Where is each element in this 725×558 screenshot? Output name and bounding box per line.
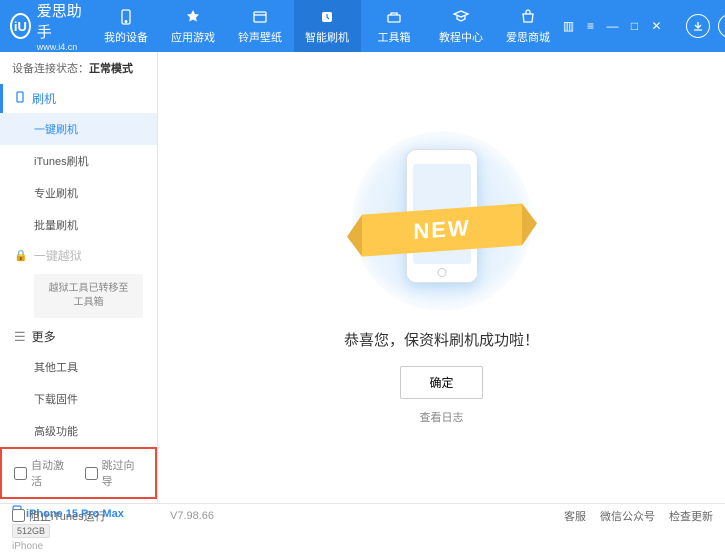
logo-area: iU 爱思助手 www.i4.cn (0, 0, 93, 52)
options-checkboxes: 自动激活 跳过向导 (0, 447, 157, 499)
footer-link-wechat[interactable]: 微信公众号 (600, 508, 655, 524)
auto-activate-checkbox[interactable]: 自动激活 (14, 457, 73, 489)
block-itunes-checkbox[interactable]: 阻止iTunes运行 (12, 508, 106, 524)
flash-icon (318, 8, 336, 26)
device-icon (117, 8, 135, 26)
download-button[interactable] (686, 14, 710, 38)
nav-my-device[interactable]: 我的设备 (93, 0, 160, 52)
version-label: V7.98.66 (170, 510, 214, 522)
footer-link-update[interactable]: 检查更新 (669, 508, 713, 524)
skip-guide-checkbox[interactable]: 跳过向导 (85, 457, 144, 489)
footer-link-support[interactable]: 客服 (564, 508, 586, 524)
main-content: NEW 恭喜您，保资料刷机成功啦！ 确定 查看日志 (158, 52, 725, 503)
sidebar-section-more[interactable]: ☰ 更多 (0, 322, 157, 351)
minimize-icon[interactable]: — (606, 19, 620, 33)
connection-status: 设备连接状态：正常模式 (0, 52, 157, 84)
store-icon (519, 8, 537, 26)
nav-ringtones[interactable]: 铃声壁纸 (227, 0, 294, 52)
sidebar-item-pro-flash[interactable]: 专业刷机 (0, 177, 157, 209)
confirm-button[interactable]: 确定 (400, 366, 482, 399)
sidebar-section-jailbreak: 🔒 一键越狱 (0, 241, 157, 270)
lock-icon: 🔒 (14, 249, 28, 262)
sidebar-item-oneclick-flash[interactable]: 一键刷机 (0, 113, 157, 145)
close-icon[interactable]: ✕ (650, 19, 664, 33)
sidebar-item-itunes-flash[interactable]: iTunes刷机 (0, 145, 157, 177)
apps-icon (184, 8, 202, 26)
nav-toolbox[interactable]: 工具箱 (361, 0, 428, 52)
success-illustration: NEW (352, 131, 532, 311)
user-button[interactable] (718, 14, 725, 38)
nav-tutorials[interactable]: 教程中心 (428, 0, 495, 52)
sidebar-section-flash[interactable]: 刷机 (0, 84, 157, 113)
tutorial-icon (452, 8, 470, 26)
skin-icon[interactable]: ▥ (562, 19, 576, 33)
ringtone-icon (251, 8, 269, 26)
sidebar-item-batch-flash[interactable]: 批量刷机 (0, 209, 157, 241)
device-storage: 512GB (12, 524, 50, 538)
sidebar-item-download-firmware[interactable]: 下载固件 (0, 383, 157, 415)
jailbreak-note: 越狱工具已转移至工具箱 (34, 274, 143, 318)
toolbox-icon (385, 8, 403, 26)
device-type: iPhone (12, 541, 145, 552)
success-message: 恭喜您，保资料刷机成功啦！ (344, 329, 539, 350)
maximize-icon[interactable]: □ (628, 19, 642, 33)
flash-section-icon (14, 91, 26, 106)
nav-store[interactable]: 爱思商城 (495, 0, 562, 52)
logo-subtitle: www.i4.cn (37, 42, 83, 52)
menu-icon[interactable]: ≡ (584, 19, 598, 33)
logo-text: 爱思助手 (37, 0, 83, 42)
more-icon: ☰ (14, 329, 26, 345)
top-nav: 我的设备 应用游戏 铃声壁纸 智能刷机 工具箱 教程中心 爱思商城 (93, 0, 562, 52)
nav-smart-flash[interactable]: 智能刷机 (294, 0, 361, 52)
nav-apps-games[interactable]: 应用游戏 (160, 0, 227, 52)
sidebar-item-advanced[interactable]: 高级功能 (0, 415, 157, 447)
sidebar: 设备连接状态：正常模式 刷机 一键刷机 iTunes刷机 专业刷机 批量刷机 🔒… (0, 52, 158, 503)
app-header: iU 爱思助手 www.i4.cn 我的设备 应用游戏 铃声壁纸 智能刷机 工具… (0, 0, 725, 52)
logo-icon: iU (10, 13, 31, 39)
view-log-link[interactable]: 查看日志 (420, 409, 464, 425)
window-controls: ▥ ≡ — □ ✕ (562, 14, 725, 38)
sidebar-item-other-tools[interactable]: 其他工具 (0, 351, 157, 383)
